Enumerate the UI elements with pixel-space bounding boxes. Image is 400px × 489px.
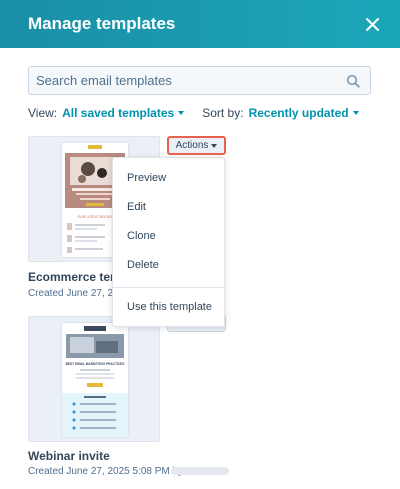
menu-item-delete[interactable]: Delete [127,259,159,271]
search-box [28,66,371,95]
actions-button[interactable]: Actions [167,136,226,155]
search-input[interactable] [36,73,346,88]
close-icon[interactable] [362,14,382,34]
email-preview: BEST EMAIL MARKETING PRACTICES [62,323,128,437]
sort-dropdown[interactable]: Recently updated [249,106,359,120]
template-meta: Created June 27, 202 [28,288,125,299]
search-icon[interactable] [346,74,360,88]
sort-label: Sort by: [202,106,244,120]
template-name[interactable]: Webinar invite [28,449,110,463]
menu-divider [113,287,224,288]
menu-item-preview[interactable]: Preview [127,172,166,184]
menu-item-use-template[interactable]: Use this template [127,301,212,313]
redacted-author [171,467,229,475]
sort-dropdown-value: Recently updated [248,106,349,120]
template-thumbnail-webinar[interactable]: BEST EMAIL MARKETING PRACTICES [28,316,160,442]
dialog-header: Manage templates [0,0,400,48]
caret-down-icon [178,111,185,115]
filter-bar: View: All saved templates Sort by: Recen… [28,106,359,120]
template-meta: Created June 27, 2025 5:08 PM by [28,466,184,477]
webinar-preview-graphic: BEST EMAIL MARKETING PRACTICES [62,323,128,437]
actions-label: Actions [175,140,209,151]
dialog-title: Manage templates [28,14,176,33]
actions-menu: Preview Edit Clone Delete Use this templ… [112,157,225,327]
caret-down-icon [352,111,359,115]
preview-section-heading: OUR LATEST BOOKS [77,215,113,219]
menu-item-clone[interactable]: Clone [127,230,156,242]
caret-down-icon [211,143,218,148]
view-dropdown[interactable]: All saved templates [62,106,185,120]
view-label: View: [28,106,58,120]
preview-heading: BEST EMAIL MARKETING PRACTICES [66,362,125,366]
view-dropdown-value: All saved templates [62,106,175,120]
template-name[interactable]: Ecommerce tem [28,270,121,284]
menu-item-edit[interactable]: Edit [127,201,146,213]
